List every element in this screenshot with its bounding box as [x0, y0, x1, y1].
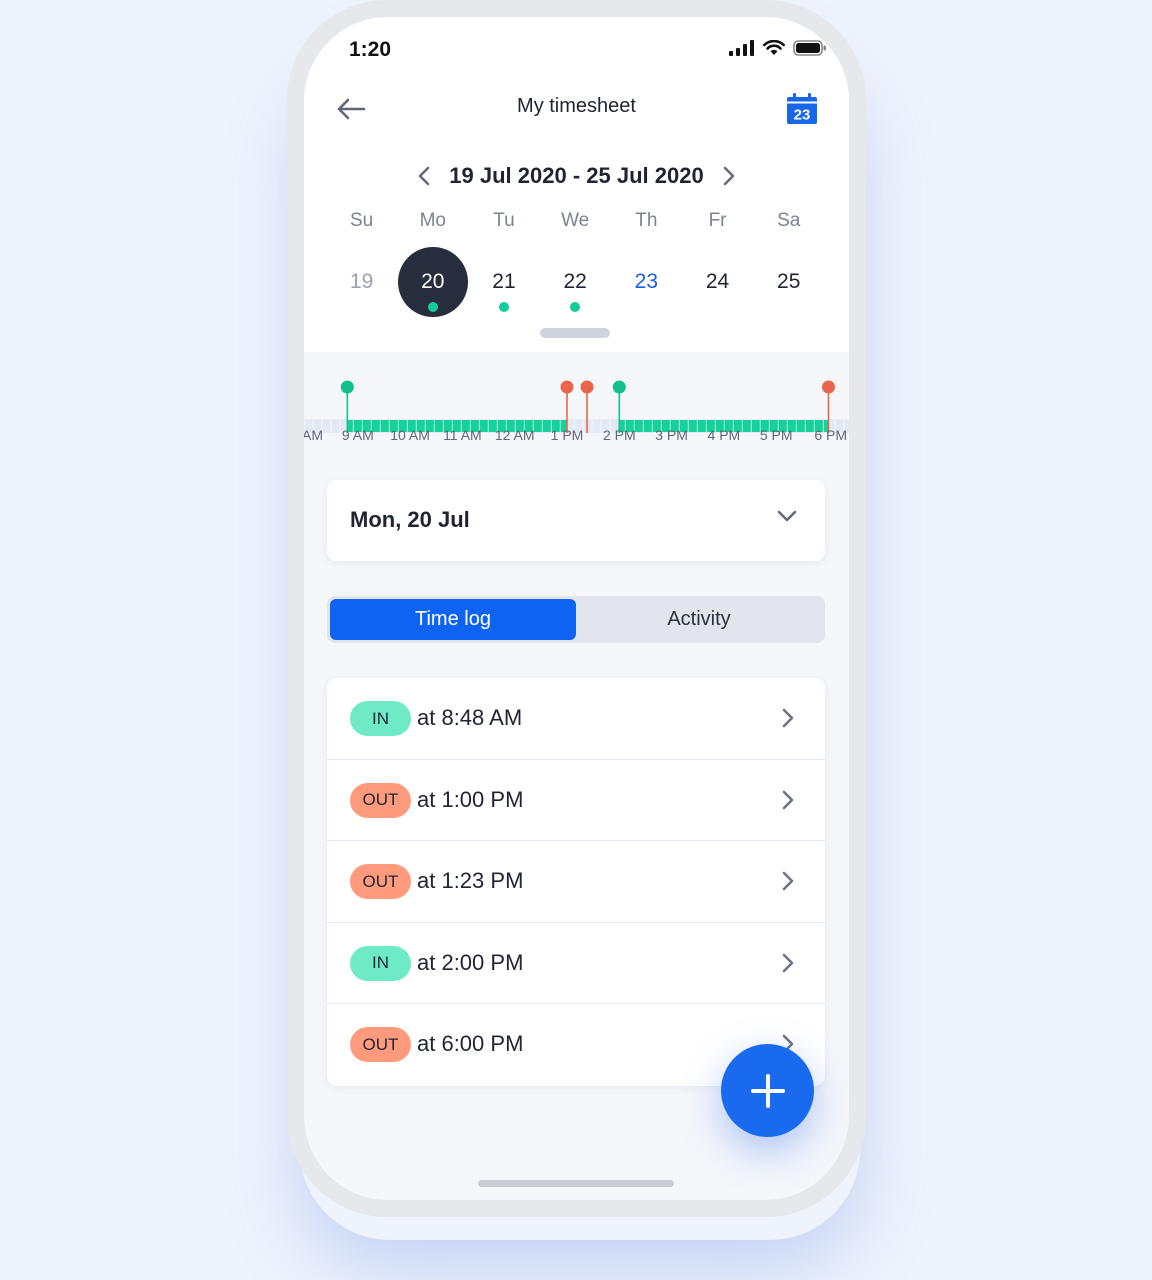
- view-tabs: Time log Activity: [327, 596, 825, 643]
- time-log-row[interactable]: OUT at 1:23 PM: [327, 841, 825, 923]
- timeline-hour-label: 2 PM: [602, 427, 636, 443]
- date-cell-19[interactable]: 19: [326, 247, 397, 317]
- timeline-hour-label: 3 PM: [655, 427, 688, 443]
- time-log-list: IN at 8:48 AM OUT at 1:00 PM OUT at 1:23 PM IN…: [327, 678, 825, 1086]
- chevron-right-icon: [782, 708, 794, 728]
- clock-out-marker: [580, 380, 594, 394]
- status-time: 1:20: [349, 38, 392, 61]
- timeline-hour-label: 10 AM: [390, 427, 430, 443]
- calendar-button[interactable]: 23: [785, 92, 819, 126]
- timeline-hour-label: AM: [304, 427, 323, 443]
- clock-in-marker: [612, 380, 626, 394]
- clock-in-marker: [340, 380, 354, 394]
- date-number: 25: [777, 270, 801, 293]
- calendar-icon: 23: [787, 93, 817, 124]
- time-log-text: at 8:48 AM: [417, 705, 523, 730]
- weekday-header-row: Su Mo Tu We Th Fr Sa: [326, 210, 824, 232]
- next-week-button[interactable]: [718, 164, 740, 188]
- signal-icon: [729, 40, 754, 56]
- wifi-icon: [763, 40, 785, 55]
- chevron-right-icon: [782, 790, 794, 809]
- date-number: 21: [492, 270, 516, 293]
- drag-handle[interactable]: [540, 328, 610, 338]
- time-log-row[interactable]: IN at 8:48 AM: [327, 678, 825, 760]
- battery-icon: [793, 40, 826, 56]
- timeline-hour-label: 11 AM: [443, 427, 482, 443]
- chevron-left-icon: [419, 166, 430, 186]
- time-log-text: at 1:00 PM: [417, 786, 524, 812]
- page-title: My timesheet: [517, 95, 636, 117]
- date-cell-23[interactable]: 23: [611, 247, 682, 317]
- weekday-label: Tu: [493, 210, 515, 231]
- weekday-label: Sa: [777, 210, 801, 231]
- timeline-hour-labels: AM 9 AM 10 AM 11 AM 12 AM 1 PM 2 PM 3 PM 4 PM 5 P…: [304, 427, 849, 447]
- clock-out-badge: OUT: [350, 782, 411, 818]
- chevron-right-icon: [723, 166, 734, 186]
- home-indicator: [478, 1180, 674, 1187]
- date-number: 19: [349, 270, 374, 293]
- entry-indicator-dot: [570, 302, 581, 312]
- calendar-icon-day: 23: [794, 107, 811, 124]
- app-screen: 1:20 My timesheet 23 19 Jul 2020 - 25 Ju…: [304, 17, 849, 1200]
- plus-icon: [750, 1073, 785, 1108]
- time-log-text: at 2:00 PM: [417, 949, 524, 975]
- timeline-hour-label: 5 PM: [759, 427, 793, 443]
- chevron-right-icon: [782, 871, 794, 891]
- date-cell-24[interactable]: 24: [682, 247, 753, 317]
- header-panel: 1:20 My timesheet 23 19 Jul 2020 - 25 Ju…: [304, 17, 849, 352]
- date-number: 22: [563, 270, 587, 293]
- date-cell-25[interactable]: 25: [753, 247, 824, 317]
- weekday-label: Fr: [708, 210, 727, 231]
- selected-day-label: Mon, 20 Jul: [350, 507, 470, 532]
- add-entry-button[interactable]: [721, 1044, 814, 1137]
- tab-time-log[interactable]: Time log: [330, 599, 576, 640]
- time-log-row[interactable]: IN at 2:00 PM: [327, 923, 825, 1004]
- chevron-right-icon: [782, 953, 794, 972]
- day-selector-dropdown[interactable]: Mon, 20 Jul: [327, 480, 825, 561]
- time-log-text: at 1:23 PM: [417, 868, 524, 893]
- status-icons: [729, 40, 827, 56]
- weekday-label: We: [561, 210, 590, 231]
- clock-in-badge: IN: [350, 701, 411, 736]
- date-cell-22[interactable]: 22: [540, 247, 611, 317]
- time-log-row[interactable]: OUT at 1:00 PM: [327, 760, 825, 841]
- timeline-hour-label: 1 PM: [550, 427, 584, 443]
- entry-indicator-dot: [427, 302, 438, 312]
- week-navigator: 19 Jul 2020 - 25 Jul 2020: [304, 163, 849, 189]
- week-range-label: 19 Jul 2020 - 25 Jul 2020: [449, 163, 704, 188]
- date-number: 20: [421, 270, 445, 293]
- date-number: 23: [634, 270, 659, 293]
- entry-indicator-dot: [498, 302, 509, 312]
- date-number: 24: [705, 270, 730, 293]
- clock-out-badge: OUT: [350, 864, 411, 899]
- date-cell-20[interactable]: 20: [397, 247, 468, 317]
- date-cell-21[interactable]: 21: [468, 247, 539, 317]
- clock-in-badge: IN: [350, 945, 411, 981]
- clock-out-marker: [822, 380, 835, 394]
- timeline-hour-label: 12 AM: [494, 427, 535, 443]
- clock-out-badge: OUT: [350, 1027, 411, 1062]
- timeline-hour-label: 6 PM: [814, 427, 847, 443]
- timeline-hour-label: 4 PM: [707, 427, 741, 443]
- chevron-down-icon: [777, 510, 797, 522]
- weekday-label: Su: [349, 210, 374, 231]
- prev-week-button[interactable]: [413, 164, 435, 188]
- weekday-label: Mo: [419, 210, 446, 231]
- date-row: 19 20 21 22 23 24 25: [326, 247, 824, 317]
- clock-out-marker: [560, 380, 574, 394]
- time-log-text: at 6:00 PM: [417, 1031, 524, 1056]
- timeline-hour-label: 9 AM: [341, 427, 374, 443]
- weekday-label: Th: [635, 210, 658, 231]
- tab-activity[interactable]: Activity: [576, 599, 822, 640]
